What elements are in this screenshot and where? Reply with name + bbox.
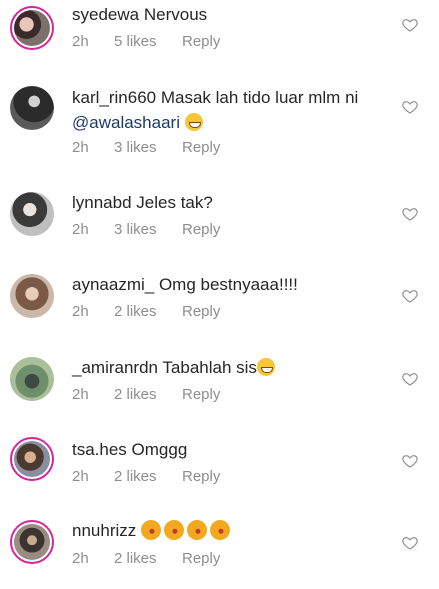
comment-time: 2h <box>72 550 89 567</box>
reply-button[interactable]: Reply <box>182 386 220 403</box>
comment-body: Omggg <box>131 440 188 459</box>
comment-username[interactable]: karl_rin660 <box>72 88 156 107</box>
kissing-face-emoji <box>184 517 210 543</box>
comment-text: _amiranrdn Tabahlah sis <box>72 355 389 380</box>
comment-meta: 2h 2 likes Reply <box>72 386 220 403</box>
comment-likes[interactable]: 2 likes <box>114 303 182 320</box>
comment-text: tsa.hes Omggg <box>72 437 389 462</box>
reply-button[interactable]: Reply <box>182 303 220 320</box>
reply-button[interactable]: Reply <box>182 468 220 485</box>
comment-body: Nervous <box>143 5 208 24</box>
avatar[interactable] <box>10 192 54 236</box>
heart-outline-icon[interactable] <box>402 453 418 469</box>
comment-time: 2h <box>72 33 89 50</box>
comment-username[interactable]: nnuhrizz <box>72 521 136 540</box>
comment-body: Omg bestnyaaa!!!! <box>158 275 298 294</box>
comment-text: karl_rin660 Masak lah tido luar mlm ni @… <box>72 85 389 135</box>
avatar[interactable] <box>10 520 54 564</box>
heart-outline-icon[interactable] <box>402 371 418 387</box>
comment-username[interactable]: aynaazmi_ <box>72 275 154 294</box>
reply-button[interactable]: Reply <box>182 550 220 567</box>
comment-username[interactable]: lynnabd <box>72 193 132 212</box>
comment-likes[interactable]: 2 likes <box>114 468 182 485</box>
comment-meta: 2h 3 likes Reply <box>72 139 220 156</box>
comment-time: 2h <box>72 386 89 403</box>
comment-time: 2h <box>72 139 89 156</box>
comment-meta: 2h 2 likes Reply <box>72 550 220 567</box>
heart-outline-icon[interactable] <box>402 288 418 304</box>
comment-meta: 2h 2 likes Reply <box>72 303 220 320</box>
mention-link[interactable]: @awalashaari <box>72 113 180 132</box>
laughing-face-emoji <box>256 358 275 376</box>
comment-text: lynnabd Jeles tak? <box>72 190 389 215</box>
comment-text: aynaazmi_ Omg bestnyaaa!!!! <box>72 272 389 297</box>
avatar[interactable] <box>10 86 54 130</box>
heart-outline-icon[interactable] <box>402 99 418 115</box>
comment-text: nnuhrizz <box>72 517 389 543</box>
avatar[interactable] <box>10 274 54 318</box>
avatar[interactable] <box>10 437 54 481</box>
comment-meta: 2h 3 likes Reply <box>72 221 220 238</box>
heart-outline-icon[interactable] <box>402 535 418 551</box>
reply-button[interactable]: Reply <box>182 139 220 156</box>
comment-username[interactable]: _amiranrdn <box>72 358 158 377</box>
comment-text: syedewa Nervous <box>72 2 389 27</box>
comment-username[interactable]: syedewa <box>72 5 139 24</box>
comment-likes[interactable]: 3 likes <box>114 139 182 156</box>
comment-time: 2h <box>72 221 89 238</box>
comment-meta: 2h 2 likes Reply <box>72 468 220 485</box>
comment-time: 2h <box>72 468 89 485</box>
avatar[interactable] <box>10 357 54 401</box>
kissing-face-emoji <box>161 517 187 543</box>
heart-outline-icon[interactable] <box>402 206 418 222</box>
comment-likes[interactable]: 5 likes <box>114 33 182 50</box>
kissing-face-emoji <box>138 517 164 543</box>
heart-outline-icon[interactable] <box>402 17 418 33</box>
comment-likes[interactable]: 2 likes <box>114 550 182 567</box>
avatar[interactable] <box>10 6 54 50</box>
reply-button[interactable]: Reply <box>182 221 220 238</box>
comment-username[interactable]: tsa.hes <box>72 440 127 459</box>
comment-time: 2h <box>72 303 89 320</box>
comment-likes[interactable]: 3 likes <box>114 221 182 238</box>
reply-button[interactable]: Reply <box>182 33 220 50</box>
kissing-face-emoji <box>207 517 233 543</box>
comment-likes[interactable]: 2 likes <box>114 386 182 403</box>
comment-body: Jeles tak? <box>136 193 213 212</box>
comment-body: Masak lah tido luar mlm ni <box>160 88 359 107</box>
comment-body: Tabahlah sis <box>162 358 257 377</box>
laughing-face-emoji <box>184 113 203 131</box>
comment-meta: 2h 5 likes Reply <box>72 33 220 50</box>
